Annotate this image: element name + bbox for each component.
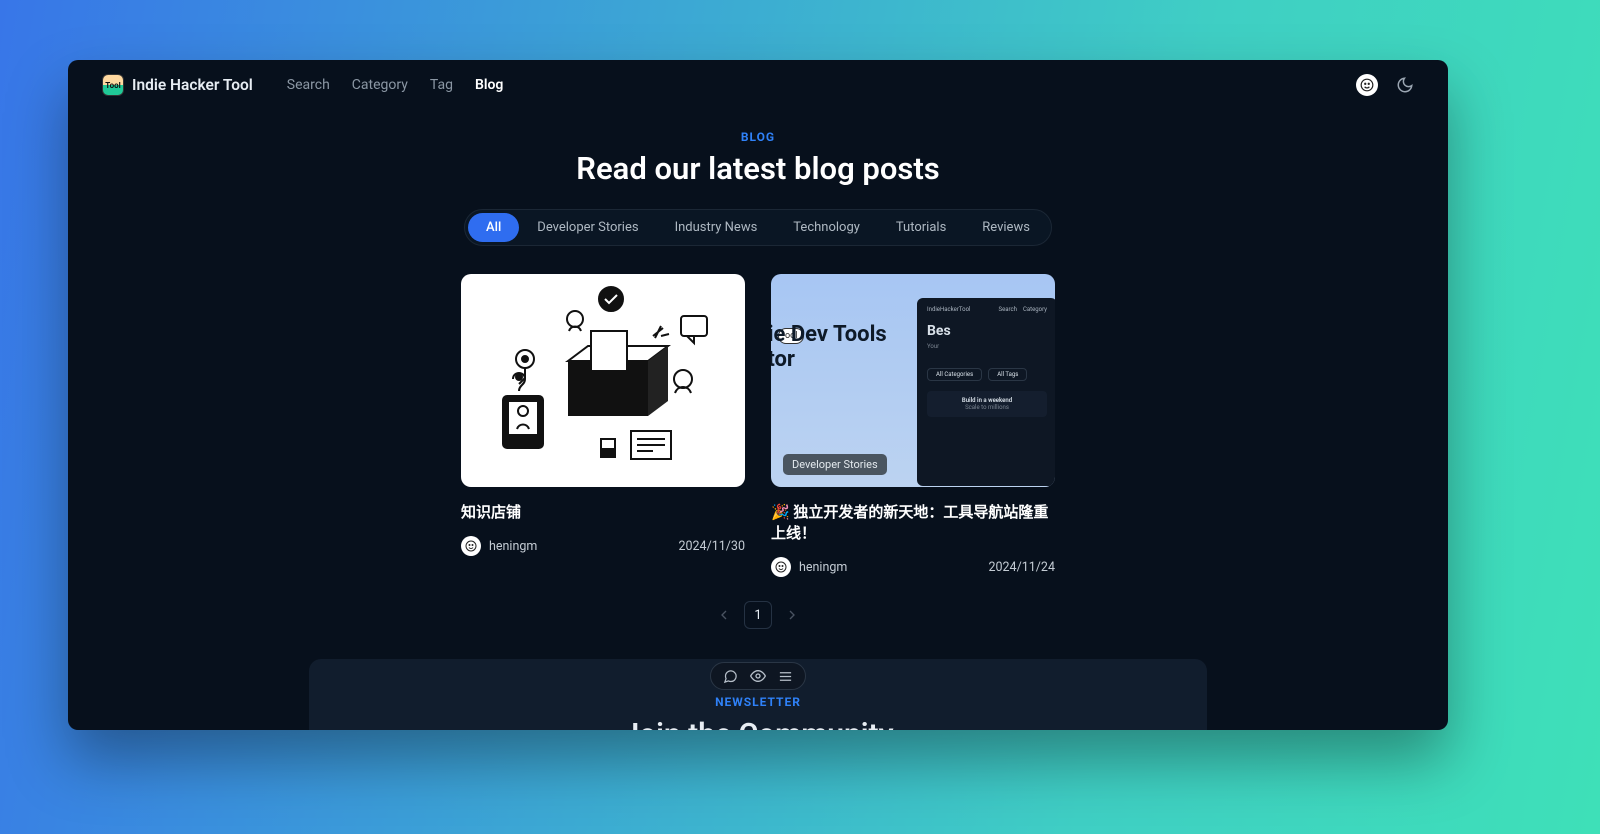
- post-title: 🎉 独立开发者的新天地：工具导航站隆重上线！: [771, 501, 1055, 543]
- post-meta: heningm 2024/11/24: [771, 557, 1055, 577]
- page-title: Read our latest blog posts: [68, 150, 1448, 187]
- post-thumbnail: ool ndie Dev Tools gator IndieHackerTool…: [771, 274, 1055, 487]
- tab-technology[interactable]: Technology: [775, 213, 878, 242]
- nav-blog[interactable]: Blog: [475, 77, 503, 93]
- post-title: 知识店铺: [461, 501, 745, 522]
- newsletter-title: Join the Community: [329, 717, 1187, 730]
- pagination: 1: [68, 601, 1448, 629]
- post-meta: heningm 2024/11/30: [461, 536, 745, 556]
- user-avatar[interactable]: [1356, 74, 1378, 96]
- newsletter-kicker: NEWSLETTER: [329, 695, 1187, 709]
- brand[interactable]: Tool Indie Hacker Tool: [102, 74, 253, 96]
- category-tabs: All Developer Stories Industry News Tech…: [464, 209, 1052, 246]
- tab-all[interactable]: All: [468, 213, 519, 242]
- main-nav: Search Category Tag Blog: [287, 77, 504, 93]
- app-window: Tool Indie Hacker Tool Search Category T…: [68, 60, 1448, 730]
- author-avatar: [771, 557, 791, 577]
- header: Tool Indie Hacker Tool Search Category T…: [68, 60, 1448, 110]
- mini-preview: IndieHackerTool Search Category Bes Your…: [917, 298, 1055, 486]
- eye-icon[interactable]: [750, 668, 766, 684]
- logo-icon: Tool: [102, 74, 124, 96]
- next-page-icon[interactable]: [784, 607, 800, 623]
- illustration-icon: [473, 281, 733, 481]
- menu-icon[interactable]: [778, 669, 793, 684]
- header-actions: [1356, 74, 1414, 96]
- prev-page-icon[interactable]: [716, 607, 732, 623]
- tab-industry-news[interactable]: Industry News: [657, 213, 776, 242]
- post-card[interactable]: 知识店铺 heningm 2024/11/30: [461, 274, 745, 577]
- hero: BLOG Read our latest blog posts: [68, 130, 1448, 187]
- author-name: heningm: [489, 539, 537, 554]
- post-date: 2024/11/24: [988, 560, 1055, 575]
- chat-icon[interactable]: [723, 669, 738, 684]
- tab-tutorials[interactable]: Tutorials: [878, 213, 964, 242]
- nav-search[interactable]: Search: [287, 77, 330, 93]
- nav-category[interactable]: Category: [352, 77, 408, 93]
- author-avatar: [461, 536, 481, 556]
- thumb-text-1: ndie Dev Tools: [771, 322, 887, 347]
- brand-name: Indie Hacker Tool: [132, 76, 253, 94]
- thumb-text-2: gator: [771, 347, 887, 372]
- floating-toolbar[interactable]: [710, 662, 806, 690]
- post-thumbnail: [461, 274, 745, 487]
- page-number[interactable]: 1: [744, 601, 772, 629]
- posts-grid: 知识店铺 heningm 2024/11/30 ool ndie Dev Too…: [461, 274, 1055, 577]
- nav-tag[interactable]: Tag: [430, 77, 453, 93]
- tab-developer-stories[interactable]: Developer Stories: [519, 213, 656, 242]
- hero-kicker: BLOG: [68, 130, 1448, 144]
- category-badge: Developer Stories: [783, 454, 887, 475]
- theme-toggle-icon[interactable]: [1396, 76, 1414, 94]
- post-card[interactable]: ool ndie Dev Tools gator IndieHackerTool…: [771, 274, 1055, 577]
- post-date: 2024/11/30: [678, 539, 745, 554]
- tab-reviews[interactable]: Reviews: [964, 213, 1048, 242]
- author-name: heningm: [799, 560, 847, 575]
